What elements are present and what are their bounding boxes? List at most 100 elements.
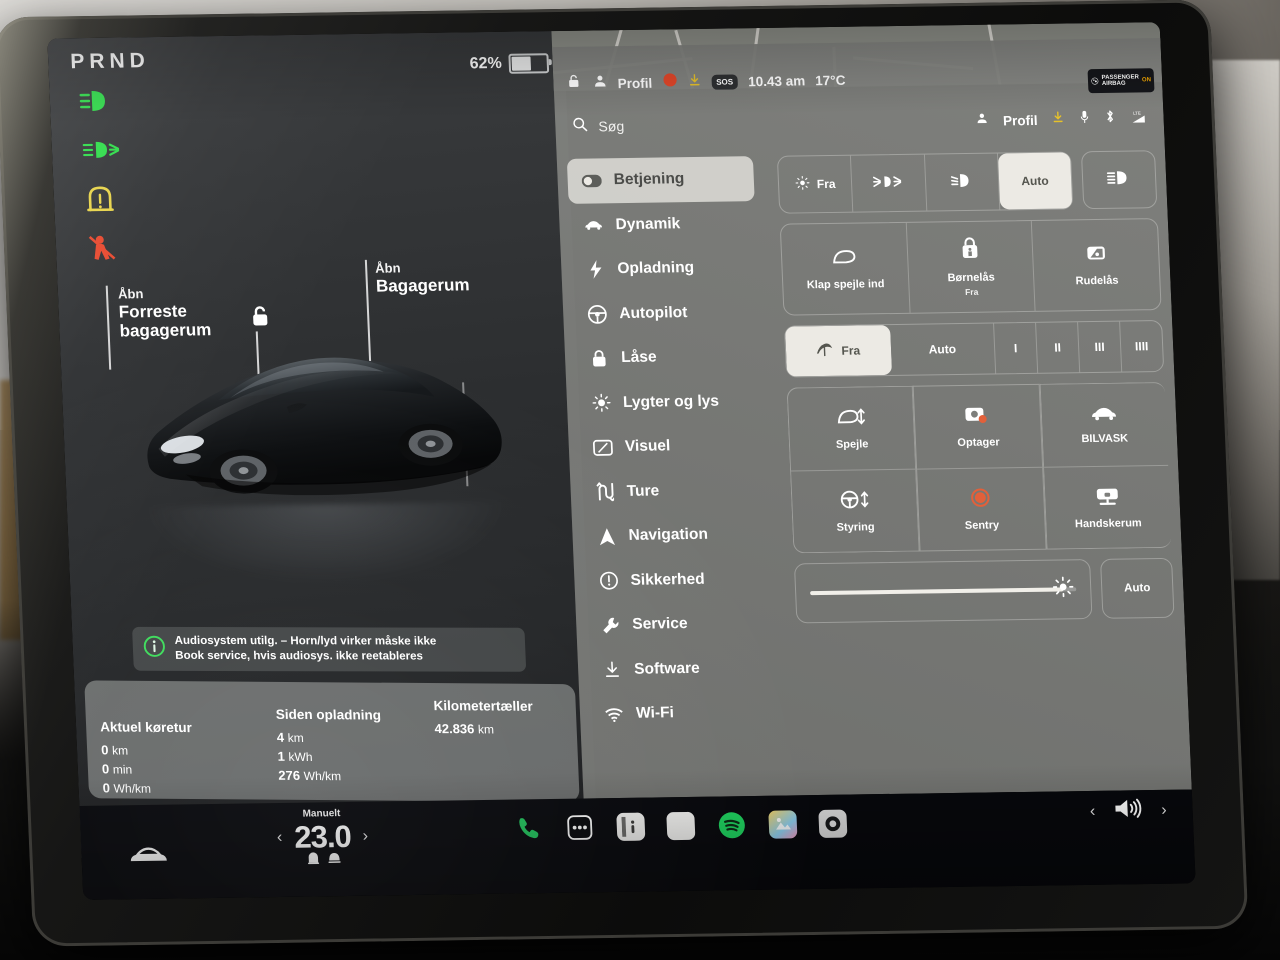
sidebar-item-lygter-og-lys[interactable]: Lygter og lys (576, 378, 778, 425)
speaker-icon[interactable] (1113, 796, 1144, 825)
steering-adjust-tile[interactable]: Styring (791, 469, 919, 552)
fold-mirrors-tile[interactable]: Klap spejle ind (780, 222, 911, 315)
volume-control[interactable]: ‹ › (1089, 796, 1167, 826)
search-input[interactable]: Søg (598, 118, 624, 134)
sidebar-item-wifi[interactable]: Wi-Fi (589, 689, 791, 736)
route-icon (594, 482, 615, 502)
chevron-left-icon[interactable]: ‹ (277, 829, 283, 847)
gallery-app[interactable] (768, 810, 798, 839)
sidebar-item-autopilot[interactable]: Autopilot (572, 289, 774, 336)
sidebar-item-opladning[interactable]: Opladning (571, 245, 773, 292)
manual-app[interactable] (616, 812, 646, 841)
unlock-icon[interactable] (565, 73, 583, 95)
quick-actions-column-1[interactable]: Spejle Styring (786, 385, 920, 554)
photo-scene: PRND 62% Åbn Forreste bagagerum Åbn Baga… (0, 0, 1280, 960)
app-dock[interactable] (512, 809, 848, 844)
sos-button[interactable]: SOS (710, 73, 739, 90)
car-visualization[interactable]: Åbn Forreste bagagerum Åbn Bagagerum (54, 181, 588, 608)
battery-status[interactable]: 62% (469, 53, 550, 74)
trunk-callout[interactable]: Åbn Bagagerum (375, 260, 470, 295)
download-icon[interactable] (1051, 111, 1065, 129)
climate-control[interactable]: Manuelt ‹ 23.0 › (276, 808, 370, 870)
wipers-speed-4-button[interactable]: IIII (1120, 321, 1163, 372)
search-bar[interactable]: Søg Profil LTE (555, 96, 1165, 149)
sidebar-item-label: Autopilot (618, 303, 688, 322)
high-beam-button[interactable] (1080, 150, 1158, 210)
profile-icon[interactable] (592, 73, 608, 93)
download-icon[interactable] (687, 72, 702, 91)
wipers-speed-3-button[interactable]: III (1078, 321, 1123, 373)
quick-actions-grid[interactable]: Spejle Styring Optager Sentry BILVASK Ha… (786, 381, 1172, 554)
spotify-app[interactable] (716, 810, 747, 840)
window-lock-tile[interactable]: Rudelås (1032, 219, 1160, 311)
wiper-speed-control[interactable]: Fra Auto I II III IIII (783, 320, 1165, 378)
sidebar-item-ture[interactable]: Ture (580, 467, 782, 514)
touchscreen-display[interactable]: PRND 62% Åbn Forreste bagagerum Åbn Baga… (47, 22, 1196, 900)
driving-visualization-panel[interactable]: PRND 62% Åbn Forreste bagagerum Åbn Baga… (47, 30, 598, 858)
recording-indicator-icon[interactable] (662, 72, 678, 92)
wipers-speed-2-button[interactable]: II (1036, 322, 1081, 373)
brightness-slider[interactable] (793, 559, 1093, 624)
profile-label[interactable]: Profil (1003, 112, 1038, 127)
bluetooth-icon[interactable] (1104, 109, 1116, 129)
child-lock-tile[interactable]: Børnelås Fra (906, 220, 1036, 313)
sidebar-item-software[interactable]: Software (587, 645, 789, 692)
lights-auto-button[interactable]: Auto (997, 152, 1073, 210)
dashcam-tile[interactable]: Optager (913, 384, 1042, 470)
settings-sidebar[interactable]: Betjening Dynamik Opladning Autopilot Lå… (566, 156, 791, 737)
controls-column[interactable]: Fra Auto Klap spejle ind Børnelås Fra Ru… (776, 150, 1175, 624)
wipers-speed-1-button[interactable]: I (994, 322, 1039, 374)
chevron-left-icon[interactable]: ‹ (1090, 802, 1096, 820)
profile-label[interactable]: Profil (617, 75, 652, 90)
clock-label: 10.43 am (747, 72, 806, 89)
fog-lights-button[interactable] (851, 154, 927, 212)
quick-actions-column-3[interactable]: BILVASK Handskerum (1039, 381, 1172, 550)
sentry-mode-tile[interactable]: Sentry (917, 467, 1045, 550)
fog-light-icon (873, 173, 904, 193)
quick-actions-column-2[interactable]: Optager Sentry (912, 383, 1047, 552)
lights-off-button[interactable]: Fra (777, 155, 854, 213)
sidebar-item-service[interactable]: Service (585, 601, 787, 648)
profile-icon[interactable] (976, 112, 990, 130)
sidebar-item-visuel[interactable]: Visuel (578, 423, 780, 470)
car-wash-icon (1089, 404, 1118, 427)
car-controls-button[interactable] (127, 841, 170, 873)
sidebar-item-laase[interactable]: Låse (574, 334, 776, 381)
sidebar-item-dynamik[interactable]: Dynamik (569, 200, 771, 247)
lights-segmented-control[interactable]: Fra Auto (776, 150, 1158, 214)
glovebox-tile[interactable]: Handskerum (1044, 465, 1172, 548)
seat-heater-icon[interactable] (305, 851, 321, 869)
camera-app[interactable] (818, 809, 848, 838)
car-render[interactable] (119, 312, 528, 528)
microphone-icon[interactable] (1078, 110, 1091, 129)
sidebar-item-navigation[interactable]: Navigation (582, 512, 784, 559)
more-apps-button[interactable] (564, 812, 595, 842)
bottom-dock[interactable]: Manuelt ‹ 23.0 › ‹ › (79, 789, 1196, 900)
trip-stats-card[interactable]: Aktuel køretur 0 km 0 min 0 Wh/km Siden … (84, 680, 580, 817)
low-beam-button[interactable] (924, 153, 1001, 211)
chevron-right-icon[interactable]: › (362, 828, 368, 846)
info-icon (142, 635, 166, 663)
exclamation-circle-icon (598, 571, 619, 591)
brightness-fill (810, 587, 1064, 596)
mirrors-adjust-tile[interactable]: Spejle (787, 386, 916, 471)
low-beam-icon (949, 172, 974, 192)
brightness-auto-button[interactable]: Auto (1100, 557, 1175, 619)
sidebar-item-betjening[interactable]: Betjening (566, 156, 755, 204)
sidebar-item-sikkerhed[interactable]: Sikkerhed (584, 556, 786, 603)
wipers-off-button[interactable]: Fra (785, 325, 892, 377)
brightness-row[interactable]: Auto (793, 557, 1175, 624)
lights-mode-group[interactable]: Fra Auto (776, 151, 1074, 214)
chevron-right-icon[interactable]: › (1161, 801, 1167, 819)
brightness-track[interactable] (810, 576, 1077, 598)
blank-app[interactable] (666, 811, 696, 841)
car-wash-tile[interactable]: BILVASK (1040, 382, 1169, 468)
trunk-target-label: Bagagerum (375, 274, 470, 296)
phone-app[interactable] (512, 813, 543, 843)
brightness-icon[interactable] (1051, 576, 1074, 603)
settings-overlay[interactable]: Profil SOS 10.43 am 17°C PASSENGER AIRBA… (552, 38, 1192, 799)
wipers-auto-button[interactable]: Auto (889, 323, 997, 376)
vehicle-tiles-row[interactable]: Klap spejle ind Børnelås Fra Rudelås (779, 218, 1162, 316)
vehicle-alert-banner[interactable]: Audiosystem utilg. – Horn/lyd virker mås… (132, 626, 527, 672)
defrost-icon[interactable] (326, 851, 342, 869)
